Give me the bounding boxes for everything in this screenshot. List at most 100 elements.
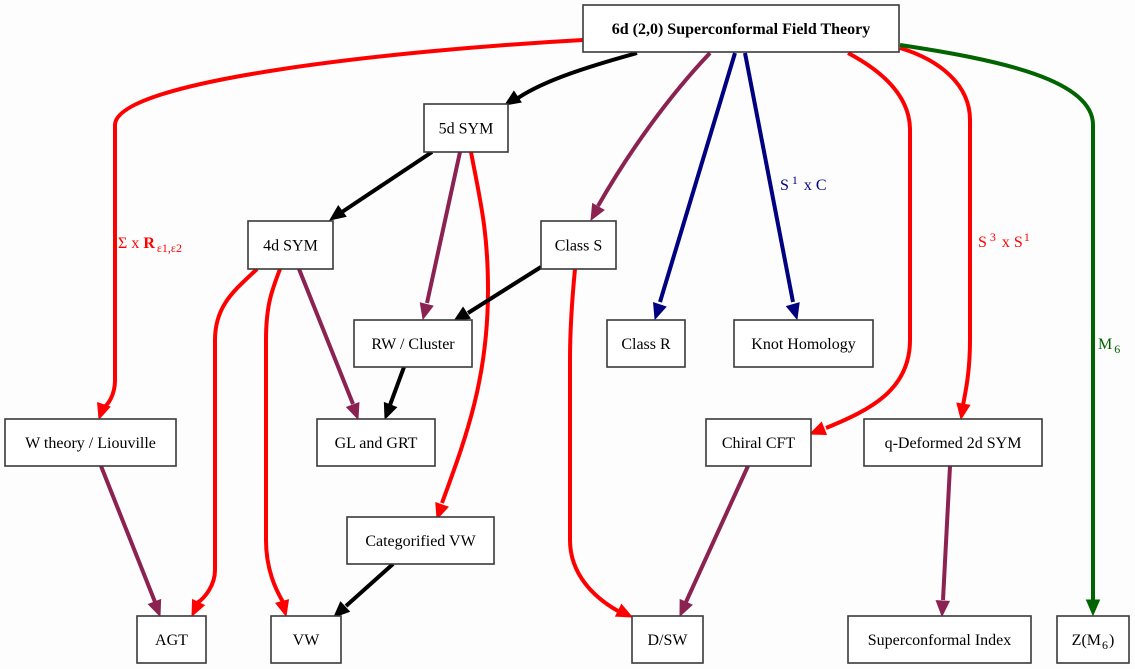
- label-sub: ε1,ε2: [157, 241, 182, 255]
- edge-rw-to-glgrt: [383, 366, 406, 421]
- edge-line: [297, 268, 355, 405]
- edge-line: [684, 465, 750, 603]
- node-label: Categorified VW: [365, 533, 476, 550]
- node-wtheory[interactable]: W theory / Liouville: [4, 418, 177, 467]
- edges-layer: [97, 38, 1101, 618]
- arrowhead-icon: [275, 599, 290, 618]
- node-6d[interactable]: 6d (2,0) Superconformal Field Theory: [582, 4, 900, 53]
- node-label-text: Class R: [621, 336, 671, 353]
- node-label-text: 4d SYM: [263, 238, 318, 255]
- node-label: Superconformal Index: [868, 632, 1012, 649]
- arrowhead-icon: [452, 306, 471, 322]
- edge-6d-to-chiral: [808, 51, 912, 435]
- node-rw[interactable]: RW / Cluster: [353, 319, 473, 368]
- node-label: 6d (2,0) Superconformal Field Theory: [612, 21, 871, 38]
- arrowhead-icon: [328, 204, 347, 221]
- edge-line: [344, 562, 395, 608]
- node-chiral[interactable]: Chiral CFT: [705, 418, 812, 467]
- node-classR[interactable]: Class R: [606, 319, 686, 368]
- edge-wtheory-to-agt: [99, 465, 162, 618]
- edge-label-6d-to-wtheory: Σ x Rε1,ε2: [118, 235, 182, 255]
- label-rest: x S: [998, 234, 1023, 251]
- node-label-text: Class S: [555, 238, 603, 255]
- node-label-text: Chiral CFT: [722, 435, 796, 452]
- node-zm6[interactable]: Z(M6): [1056, 615, 1130, 664]
- node-label: D/SW: [648, 632, 689, 649]
- node-glgrt[interactable]: GL and GRT: [316, 418, 436, 467]
- node-label: Class R: [621, 336, 671, 353]
- edge-line: [466, 265, 543, 315]
- node-knot[interactable]: Knot Homology: [733, 319, 874, 368]
- node-4d[interactable]: 4d SYM: [247, 220, 334, 270]
- edge-line: [596, 51, 712, 207]
- arrowhead-icon: [503, 90, 522, 106]
- nodes-layer: 6d (2,0) Superconformal Field Theory 5d S…: [4, 4, 1130, 664]
- edge-line: [899, 43, 1095, 600]
- node-label: W theory / Liouville: [25, 435, 156, 452]
- arrowhead-icon: [1085, 599, 1101, 617]
- arrowhead-icon: [956, 402, 971, 421]
- node-catvw[interactable]: Categorified VW: [346, 516, 495, 565]
- node-sci[interactable]: Superconformal Index: [847, 615, 1032, 664]
- arrowhead-icon: [653, 301, 667, 321]
- edge-line: [99, 465, 157, 603]
- node-label-end: ): [1109, 632, 1114, 649]
- node-label: Knot Homology: [751, 336, 855, 353]
- edge-classS-to-rw: [452, 265, 543, 322]
- label-rest: x C: [800, 177, 827, 194]
- node-vw[interactable]: VW: [270, 615, 342, 664]
- node-label-text: Knot Homology: [751, 336, 855, 353]
- node-label: 5d SYM: [439, 121, 494, 138]
- label-sup: 1: [1024, 230, 1030, 244]
- arrowhead-icon: [808, 421, 828, 435]
- edge-label-6d-to-qdef: S3 x S1: [978, 230, 1030, 251]
- edge-4d-to-glgrt: [297, 268, 360, 421]
- edge-qdef-to-sci: [935, 465, 952, 618]
- node-label: VW: [293, 632, 321, 649]
- edge-6d-to-classR: [653, 52, 737, 321]
- node-label-text: q-Deformed 2d SYM: [885, 435, 1022, 452]
- edge-line: [658, 52, 737, 303]
- node-5d[interactable]: 5d SYM: [423, 103, 509, 153]
- edge-label-6d-to-knot: S1 x C: [780, 173, 827, 194]
- node-label-text: GL and GRT: [335, 435, 418, 452]
- edge-catvw-to-vw: [333, 562, 395, 618]
- edge-chiral-to-dsw: [679, 465, 750, 618]
- node-label-text: D/SW: [648, 632, 689, 649]
- label-main: S: [780, 177, 789, 194]
- node-agt[interactable]: AGT: [136, 615, 207, 664]
- edge-line: [516, 51, 638, 100]
- edge-line: [941, 465, 952, 601]
- label-sup: 3: [990, 230, 996, 244]
- edge-line: [195, 267, 259, 605]
- node-label: RW / Cluster: [371, 336, 455, 353]
- label-main: M: [1098, 336, 1112, 353]
- arrowhead-icon: [419, 302, 434, 321]
- graph-svg: Σ x Rε1,ε2S 1 x CS 3 x S1M 6 6d (2,0) Super…: [4, 4, 1130, 664]
- arrowhead-icon: [191, 598, 206, 618]
- node-label-text: AGT: [155, 632, 188, 649]
- node-label-text: VW: [293, 632, 321, 649]
- label-sub: 6: [1114, 342, 1120, 356]
- node-label: GL and GRT: [335, 435, 418, 452]
- node-label-text: RW / Cluster: [371, 336, 455, 353]
- edge-5d-to-rw: [419, 151, 462, 321]
- node-label-text: 6d (2,0) Superconformal Field Theory: [612, 21, 871, 38]
- edge-line: [340, 150, 434, 214]
- node-label: 4d SYM: [263, 238, 318, 255]
- edge-line: [388, 366, 406, 406]
- arrowhead-icon: [590, 202, 605, 222]
- node-classS[interactable]: Class S: [540, 220, 617, 270]
- node-label-text: Z(M: [1072, 632, 1101, 649]
- arrowhead-icon: [614, 603, 634, 618]
- node-label: Chiral CFT: [722, 435, 796, 452]
- edge-line: [825, 51, 912, 430]
- node-qdef[interactable]: q-Deformed 2d SYM: [863, 418, 1043, 467]
- arrowhead-icon: [345, 401, 360, 421]
- node-dsw[interactable]: D/SW: [631, 615, 704, 664]
- label-main: Σ x: [118, 235, 143, 252]
- arrowhead-icon: [679, 598, 693, 618]
- node-label-text: W theory / Liouville: [25, 435, 156, 452]
- edge-line: [425, 151, 462, 304]
- arrowhead-icon: [935, 600, 951, 618]
